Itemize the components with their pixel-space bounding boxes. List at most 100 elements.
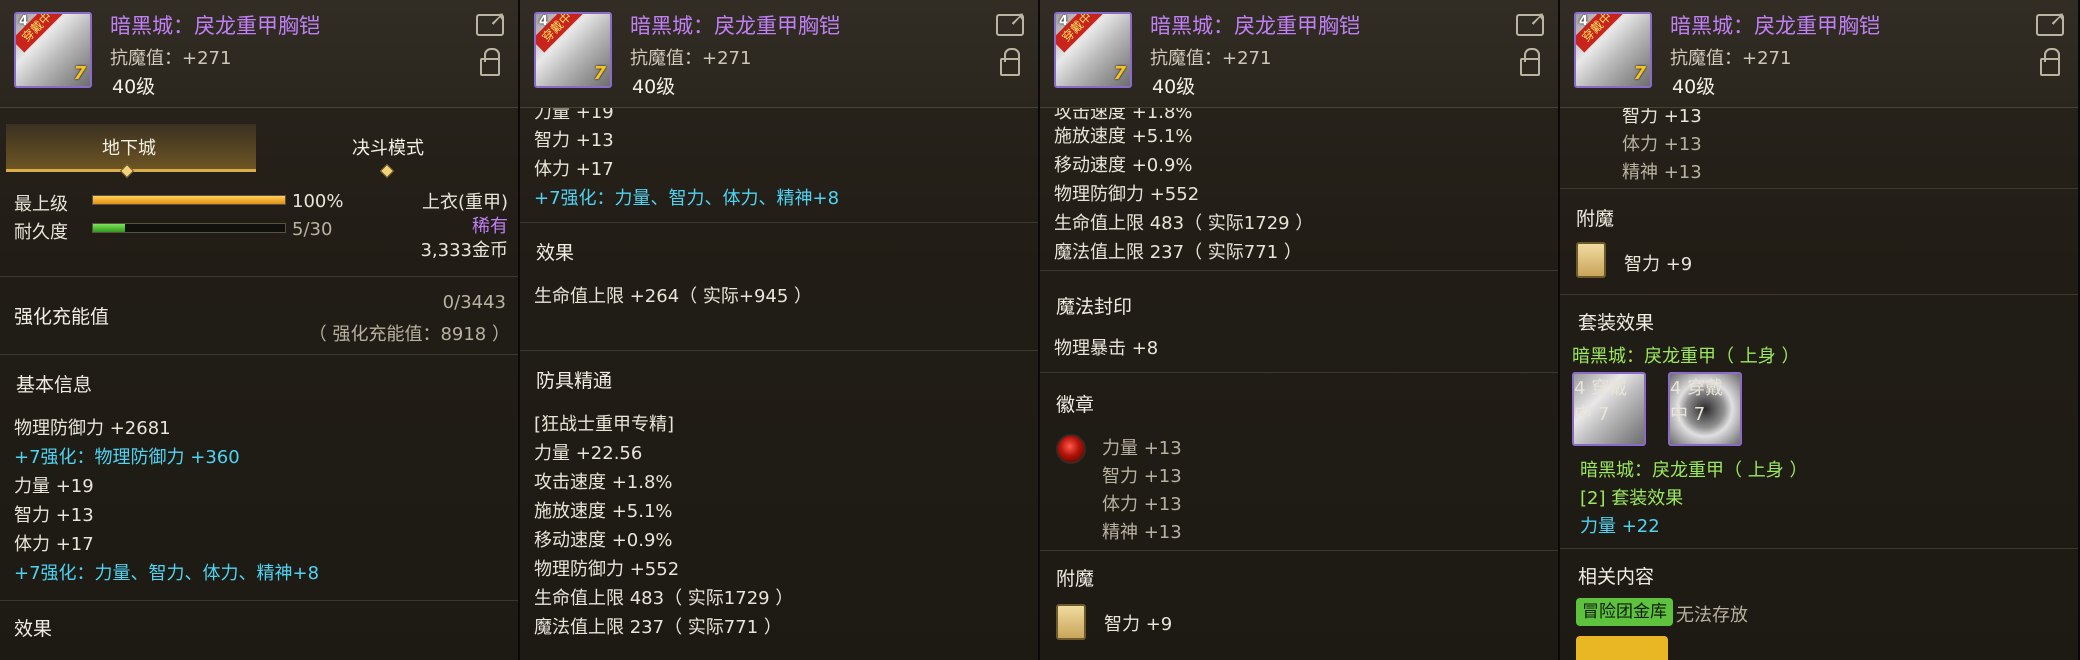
basic-info-title: 基本信息 (16, 374, 93, 396)
durability-value: 5/30 (292, 219, 333, 240)
emblem-title: 徽章 (1056, 394, 1095, 416)
share-icon[interactable] (2036, 6, 2066, 36)
section-divider (520, 222, 1038, 223)
section-divider (0, 354, 518, 355)
enhance-level: 7 (1633, 63, 1646, 84)
anti-magic-value: 抗魔值：+271 (110, 48, 232, 69)
stat-line: +7强化：物理防御力 +360 (14, 447, 240, 468)
item-name: 暗黑城：戾龙重甲胸铠 (110, 14, 320, 38)
stat-line: 体力 +17 (534, 159, 614, 180)
item-level: 40级 (632, 76, 676, 98)
enhance-level: 7 (73, 63, 86, 84)
item-icon: 4 穿戴中 7 (14, 12, 92, 88)
share-icon[interactable] (476, 6, 506, 36)
item-level: 40级 (1152, 76, 1196, 98)
anti-magic-value: 抗魔值：+271 (630, 48, 752, 69)
charge-title: 强化充能值 (14, 306, 110, 328)
section-divider (1040, 270, 1558, 271)
mastery-line: 生命值上限 483（ 实际1729 ） (534, 588, 794, 609)
stat-line: 智力 +13 (14, 505, 94, 526)
set-bonus: 力量 +22 (1580, 516, 1660, 537)
emblem-line: 力量 +13 (1102, 438, 1182, 459)
stat-line: 移动速度 +0.9% (1054, 155, 1193, 176)
stat-line: 体力 +17 (14, 534, 94, 555)
tag-adventure-vault-text: 无法存放 (1676, 605, 1748, 626)
stat-line: +7强化：力量、智力、体力、精神+8 (14, 563, 320, 584)
red-emblem-icon (1056, 434, 1086, 464)
price: 3,333金币 (420, 240, 508, 261)
enchant-card-icon (1576, 242, 1606, 278)
stat-line: 力量 +19 (14, 476, 94, 497)
item-icon: 4 穿戴中 7 (1574, 12, 1652, 88)
tab-duel[interactable]: 决斗模式 (352, 134, 424, 160)
lock-icon[interactable] (480, 48, 500, 76)
stat-line: 精神 +13 (1622, 162, 1702, 183)
tooltip-panel-1: 4 穿戴中 7 暗黑城：戾龙重甲胸铠 抗魔值：+271 40级 地下城 决斗模式… (0, 0, 520, 660)
icon-number: 4 (1574, 378, 1586, 399)
item-icon: 4 穿戴中 7 (534, 12, 612, 88)
mastery-line: 物理防御力 +552 (534, 559, 680, 580)
share-icon[interactable] (1516, 6, 1546, 36)
stat-line: 体力 +13 (1622, 134, 1702, 155)
stat-line: +7强化：力量、智力、体力、精神+8 (534, 188, 840, 209)
lock-icon[interactable] (1520, 48, 1540, 76)
set-name: 暗黑城：戾龙重甲（ 上身 ） (1572, 346, 1800, 367)
tooltip-panel-3: 攻击速度 +1.8% 4 穿戴中 7 暗黑城：戾龙重甲胸铠 抗魔值：+271 4… (1040, 0, 1560, 660)
seal-line: 物理暴击 +8 (1054, 338, 1159, 359)
anti-magic-value: 抗魔值：+271 (1670, 48, 1792, 69)
lock-icon[interactable] (1000, 48, 1020, 76)
seal-title: 魔法封印 (1056, 296, 1133, 318)
item-name: 暗黑城：戾龙重甲胸铠 (1150, 14, 1360, 38)
lock-icon[interactable] (2040, 48, 2060, 76)
stat-line: 施放速度 +5.1% (1054, 126, 1193, 147)
grade-label: 最上级 (14, 194, 68, 215)
mastery-line: 力量 +22.56 (534, 443, 643, 464)
slot-type: 上衣(重甲) (421, 192, 508, 213)
stat-line: 物理防御力 +552 (1054, 184, 1200, 205)
tooltip-panel-4: 智力 +13 4 穿戴中 7 暗黑城：戾龙重甲胸铠 抗魔值：+271 40级 体… (1560, 0, 2080, 660)
set-count: [2] 套装效果 (1580, 488, 1684, 509)
item-header: 4 穿戴中 7 暗黑城：戾龙重甲胸铠 抗魔值：+271 40级 (520, 0, 1038, 108)
enhance-level: 7 (593, 63, 606, 84)
enchant-line: 智力 +9 (1624, 254, 1693, 275)
section-divider (0, 600, 518, 601)
enchant-line: 智力 +9 (1104, 614, 1173, 635)
stat-line: 生命值上限 483（ 实际1729 ） (1054, 213, 1314, 234)
item-header: 4 穿戴中 7 暗黑城：戾龙重甲胸铠 抗魔值：+271 40级 (0, 0, 518, 108)
set-item-chest-icon[interactable]: 4 穿戴中 7 (1572, 372, 1646, 446)
grade-value: 100% (292, 191, 344, 212)
enhance-level: 7 (1693, 404, 1706, 425)
set-item-wrist-icon[interactable]: 4 穿戴中 7 (1668, 372, 1742, 446)
charge-detail: （ 强化充能值：8918 ） (308, 324, 510, 345)
related-title: 相关内容 (1578, 566, 1655, 588)
mastery-line: 魔法值上限 237（ 实际771 ） (534, 617, 782, 638)
enchant-card-icon (1056, 604, 1086, 640)
section-divider (1560, 188, 2078, 189)
item-level: 40级 (1672, 76, 1716, 98)
effect-title: 效果 (14, 618, 53, 640)
share-icon[interactable] (996, 6, 1026, 36)
set-title: 套装效果 (1578, 312, 1655, 334)
section-divider (1040, 550, 1558, 551)
set-sub-name: 暗黑城：戾龙重甲（ 上身 ） (1580, 460, 1808, 481)
item-header: 4 穿戴中 7 暗黑城：戾龙重甲胸铠 抗魔值：+271 40级 (1040, 0, 1558, 108)
item-level: 40级 (112, 76, 156, 98)
grade-bar (92, 195, 286, 205)
durability-label: 耐久度 (14, 222, 68, 243)
durability-bar (92, 223, 286, 233)
section-divider (1560, 294, 2078, 295)
tag-secondary (1576, 636, 1668, 660)
enchant-title: 附魔 (1576, 208, 1615, 230)
stat-line: 智力 +13 (534, 130, 614, 151)
emblem-line: 智力 +13 (1102, 466, 1182, 487)
section-divider (520, 350, 1038, 351)
tab-dungeon-label: 地下城 (102, 138, 156, 159)
effect-title: 效果 (536, 242, 575, 264)
mastery-line: [狂战士重甲专精] (534, 414, 675, 435)
emblem-line: 体力 +13 (1102, 494, 1182, 515)
item-header: 4 穿戴中 7 暗黑城：戾龙重甲胸铠 抗魔值：+271 40级 (1560, 0, 2078, 108)
rarity: 稀有 (472, 216, 508, 237)
icon-number: 4 (1670, 378, 1682, 399)
stat-line: 魔法值上限 237（ 实际771 ） (1054, 242, 1302, 263)
enhance-level: 7 (1597, 404, 1610, 425)
